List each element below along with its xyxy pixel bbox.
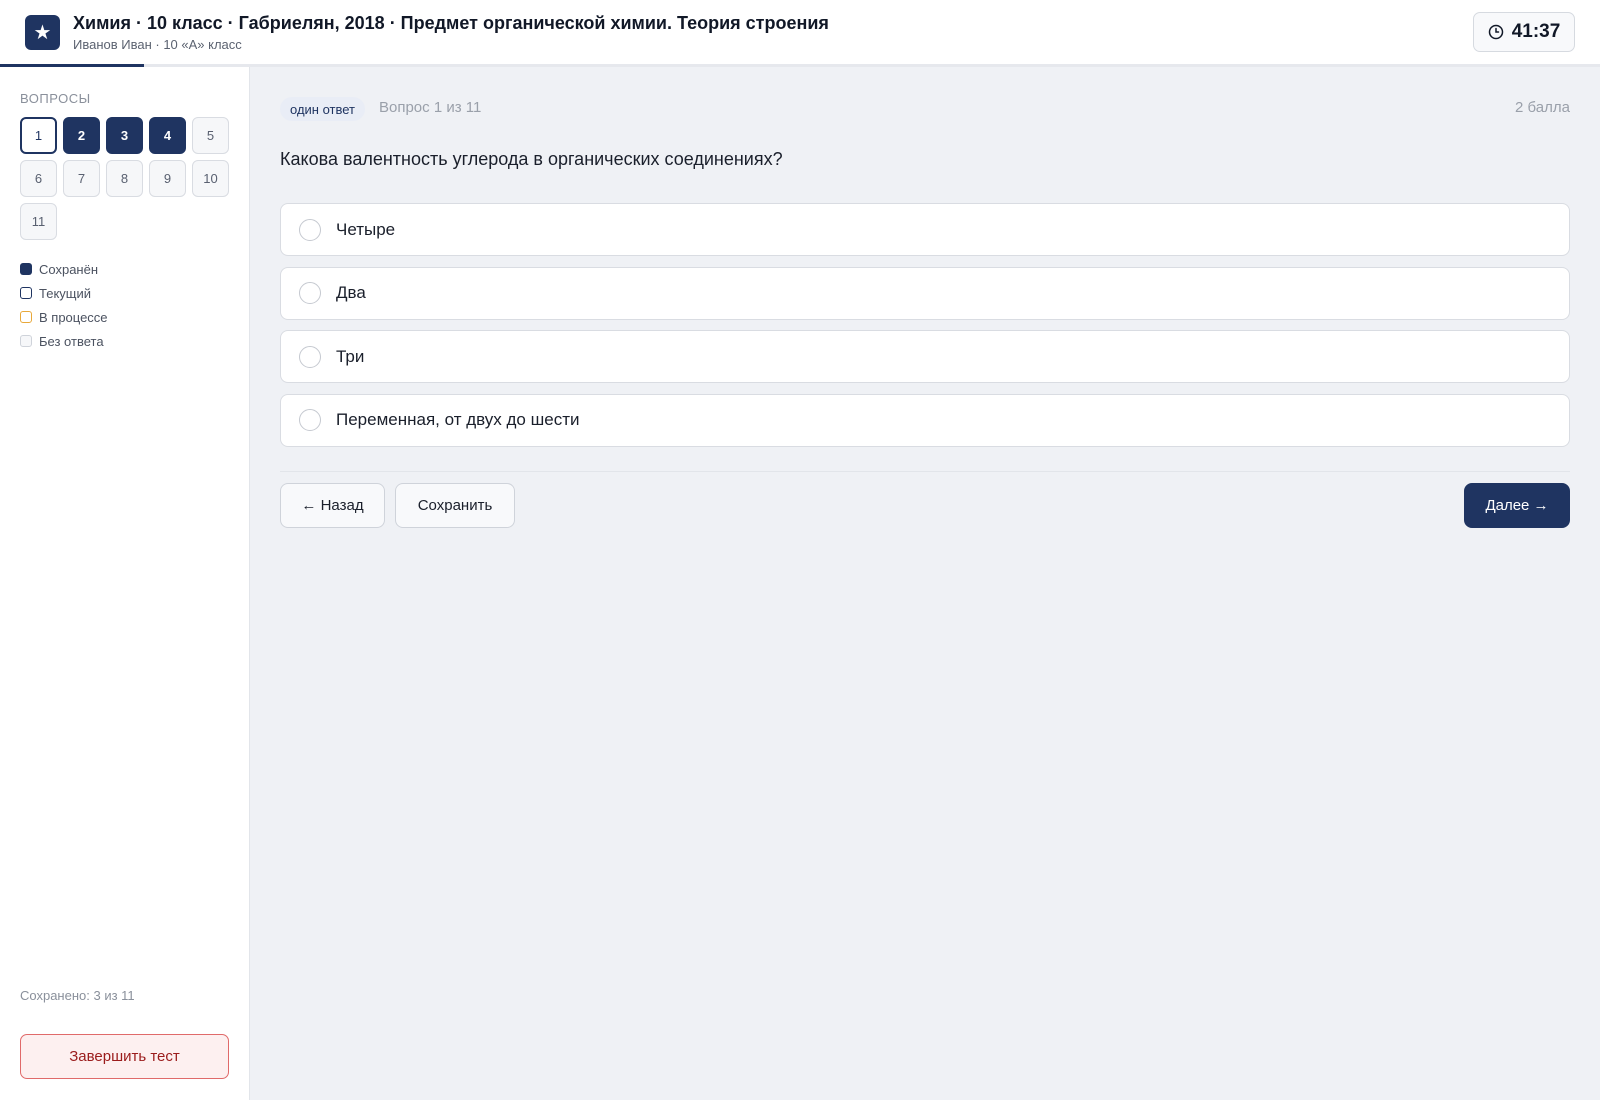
answer-options: Четыре Два Три Переменная, от двух до ше… (280, 203, 1570, 457)
question-nav-5[interactable]: 5 (192, 117, 229, 154)
sidebar: ВОПРОСЫ 1 2 3 4 5 6 7 8 9 10 11 Сохранён Текущий В п… (0, 67, 250, 1100)
timer-value: 41:37 (1511, 21, 1561, 42)
question-nav-6[interactable]: 6 (20, 160, 57, 197)
legend-label: В процессе (39, 309, 108, 325)
option-label: Три (336, 346, 365, 366)
top-bar: ★ Химия · 10 класс · Габриелян, 2018 · П… (0, 0, 1600, 65)
question-grid: 1 2 3 4 5 6 7 8 9 10 11 (20, 117, 232, 240)
timer: 41:37 (1473, 12, 1575, 52)
legend-item-current: Текущий (20, 281, 108, 305)
answer-option[interactable]: Четыре (280, 203, 1570, 256)
option-label: Переменная, от двух до шести (336, 410, 580, 429)
radio-button[interactable] (299, 282, 321, 304)
legend-label: Текущий (39, 285, 91, 301)
legend-swatch (20, 335, 32, 347)
finish-test-button[interactable]: Завершить тест (20, 1034, 229, 1079)
student-info: Иванов Иван · 10 «А» класс (73, 37, 242, 52)
radio-button[interactable] (299, 218, 321, 241)
legend-item-saved: Сохранён (20, 257, 108, 281)
page-title: Химия · 10 класс · Габриелян, 2018 · Пре… (73, 13, 829, 33)
option-label: Два (336, 283, 366, 302)
question-nav-4[interactable]: 4 (149, 117, 186, 154)
main-content: один ответ Вопрос 1 из 11 2 балла Какова… (250, 67, 1600, 1100)
question-nav-11[interactable]: 11 (20, 203, 57, 240)
legend-swatch (20, 263, 32, 275)
legend-swatch (20, 287, 32, 299)
back-button[interactable]: ← Назад (280, 483, 385, 528)
save-button[interactable]: Сохранить (395, 483, 515, 528)
question-nav-8[interactable]: 8 (106, 160, 143, 197)
legend: Сохранён Текущий В процессе Без ответа (20, 257, 108, 353)
legend-item-empty: Без ответа (20, 329, 108, 353)
question-nav-3[interactable]: 3 (106, 117, 143, 154)
legend-item-progress: В процессе (20, 305, 108, 329)
star-icon: ★ (25, 15, 60, 50)
question-points: 2 балла (1515, 99, 1570, 116)
question-nav-9[interactable]: 9 (149, 160, 186, 197)
question-text: Какова валентность углерода в органическ… (280, 149, 783, 169)
question-nav-10[interactable]: 10 (192, 160, 229, 197)
answer-option[interactable]: Переменная, от двух до шести (280, 393, 1570, 447)
question-nav-2[interactable]: 2 (63, 117, 100, 154)
answer-type-badge: один ответ (280, 97, 365, 121)
next-button[interactable]: Далее → (1464, 483, 1570, 528)
answer-option[interactable]: Три (280, 330, 1570, 383)
divider (280, 471, 1570, 472)
question-number: Вопрос 1 из 11 (379, 99, 482, 116)
legend-label: Сохранён (39, 261, 99, 277)
question-nav-7[interactable]: 7 (63, 160, 100, 197)
saved-count: Сохранено: 3 из 11 (20, 988, 135, 1003)
legend-swatch (20, 311, 32, 323)
answer-option[interactable]: Два (280, 266, 1570, 320)
legend-label: Без ответа (39, 333, 104, 349)
question-nav-1[interactable]: 1 (20, 117, 57, 154)
sidebar-heading: ВОПРОСЫ (20, 91, 91, 106)
option-label: Четыре (336, 219, 396, 239)
radio-button[interactable] (299, 345, 321, 368)
radio-button[interactable] (299, 409, 321, 431)
clock-icon (1488, 24, 1503, 40)
